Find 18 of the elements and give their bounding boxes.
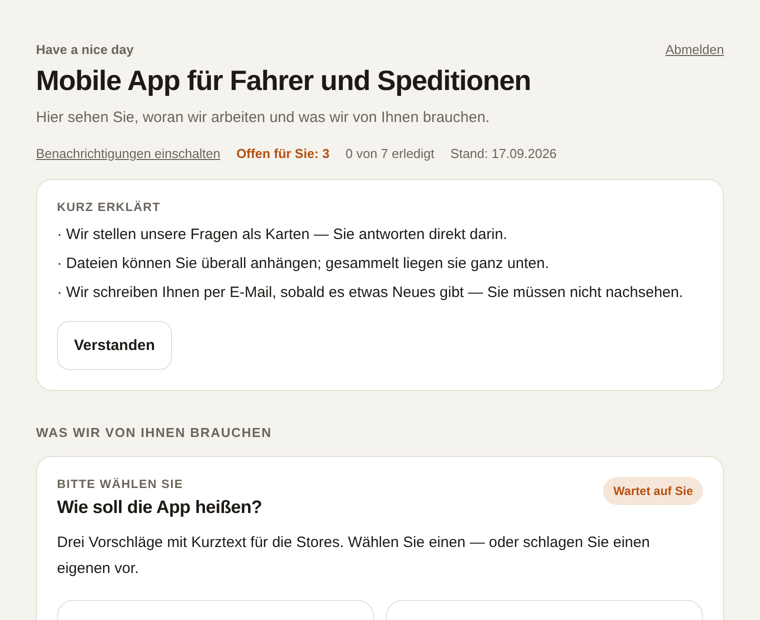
greeting: Have a nice day — [36, 42, 134, 57]
open-count: Offen für Sie: 3 — [236, 146, 330, 161]
status-badge: Wartet auf Sie — [603, 477, 703, 505]
intro-heading: KURZ ERKLÄRT — [57, 200, 162, 214]
page-subtitle: Hier sehen Sie, woran wir arbeiten und was wir von Ihnen brauchen. — [36, 109, 491, 126]
understood-button[interactable]: Verstanden — [57, 321, 172, 370]
section-heading: WAS WIR VON IHNEN BRAUCHEN — [36, 425, 273, 440]
notifications-link[interactable]: Benachrichtigungen einschalten — [36, 146, 220, 161]
task-description: Drei Vorschläge mit Kurztext für die Stores. Wählen Sie einen — oder schlagen Sie einen eigenen vor. — [57, 533, 651, 579]
progress-text: 0 von 7 erledigt — [346, 146, 434, 161]
logout-link[interactable]: Abmelden — [665, 42, 724, 57]
intro-point: · Dateien können Sie überall anhängen; gesammelt liegen sie ganz unten. — [57, 255, 550, 272]
date-text: Stand: 17.09.2026 — [450, 146, 557, 161]
task-eyebrow: BITTE WÄHLEN SIE — [57, 477, 184, 491]
intro-point: · Wir schreiben Ihnen per E-Mail, sobald es etwas Neues gibt — Sie müssen nicht nachsehen. — [57, 284, 684, 301]
intro-point: · Wir stellen unsere Fragen als Karten — Sie antworten direkt darin. — [57, 226, 508, 243]
task-title: Wie soll die App heißen? — [57, 497, 262, 518]
page-title: Mobile App für Fahrer und Speditionen — [36, 65, 532, 97]
